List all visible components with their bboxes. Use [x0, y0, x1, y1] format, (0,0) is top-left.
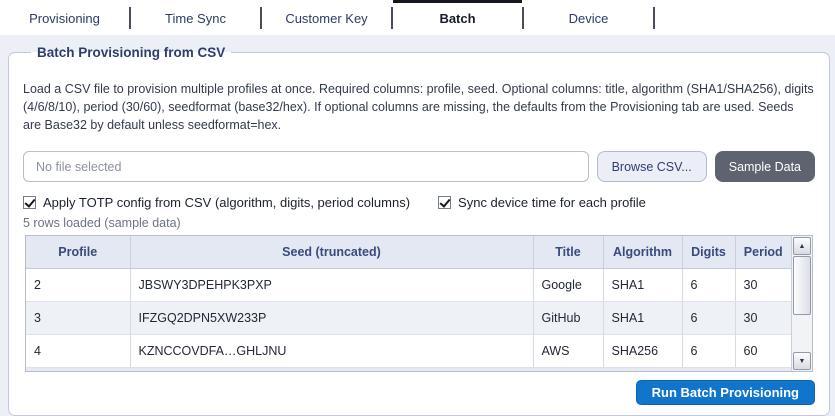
action-row: Run Batch Provisioning: [23, 380, 815, 405]
tab-device[interactable]: Device: [524, 0, 653, 35]
cell-profile: 3: [26, 301, 130, 334]
column-header-algorithm: Algorithm: [603, 236, 682, 268]
cell-title: AWS: [533, 334, 603, 367]
tab-separator: [653, 7, 655, 29]
sync-device-time-label: Sync device time for each profile: [458, 195, 646, 210]
batch-provisioning-window: Provisioning Time Sync Customer Key Batc…: [0, 0, 835, 411]
tab-label: Time Sync: [165, 11, 226, 26]
table-header-row: Profile Seed (truncated) Title Algorithm…: [26, 236, 791, 268]
sync-device-time-option: Sync device time for each profile: [438, 195, 646, 210]
batch-groupbox: Batch Provisioning from CSV Load a CSV f…: [8, 45, 830, 416]
tab-provisioning[interactable]: Provisioning: [0, 0, 129, 35]
sync-device-time-checkbox[interactable]: [438, 196, 451, 209]
cell-profile: 2: [26, 268, 130, 301]
column-header-period: Period: [735, 236, 791, 268]
cell-digits: 6: [682, 268, 735, 301]
groupbox-title: Batch Provisioning from CSV: [31, 45, 231, 60]
apply-totp-config-checkbox[interactable]: [23, 196, 36, 209]
column-header-seed: Seed (truncated): [130, 236, 533, 268]
column-header-profile: Profile: [26, 236, 130, 268]
run-batch-provisioning-button[interactable]: Run Batch Provisioning: [636, 380, 815, 405]
tab-label: Device: [569, 11, 609, 26]
file-selection-row: No file selected Browse CSV... Sample Da…: [23, 151, 815, 182]
table-row[interactable]: 3 IFZGQ2DPN5XW233P GitHub SHA1 6 30: [26, 301, 791, 334]
file-path-text: No file selected: [36, 160, 121, 174]
options-row: Apply TOTP config from CSV (algorithm, d…: [23, 195, 815, 210]
cell-algorithm: SHA1: [603, 301, 682, 334]
apply-totp-config-option: Apply TOTP config from CSV (algorithm, d…: [23, 195, 410, 210]
cell-period: 30: [735, 268, 791, 301]
cell-algorithm: SHA1: [603, 268, 682, 301]
csv-instructions-text: Load a CSV file to provision multiple pr…: [23, 80, 815, 134]
cell-seed: IFZGQ2DPN5XW233P: [130, 301, 533, 334]
rows-loaded-status: 5 rows loaded (sample data): [23, 216, 815, 230]
scrollbar-thumb[interactable]: [793, 256, 811, 315]
table-row[interactable]: 2 JBSWY3DPEHPK3PXP Google SHA1 6 30: [26, 268, 791, 301]
tab-panel-batch: Batch Provisioning from CSV Load a CSV f…: [0, 35, 835, 416]
table-vertical-scrollbar[interactable]: ▲ ▼: [791, 236, 812, 371]
cell-period: 30: [735, 301, 791, 334]
file-path-display[interactable]: No file selected: [23, 151, 589, 182]
cell-digits: 6: [682, 301, 735, 334]
cell-digits: 6: [682, 334, 735, 367]
browse-csv-button[interactable]: Browse CSV...: [597, 151, 707, 182]
apply-totp-config-label: Apply TOTP config from CSV (algorithm, d…: [43, 195, 410, 210]
sample-data-button[interactable]: Sample Data: [715, 151, 815, 182]
tab-customer-key[interactable]: Customer Key: [262, 0, 391, 35]
scroll-up-button[interactable]: ▲: [793, 237, 811, 255]
column-header-title: Title: [533, 236, 603, 268]
scroll-down-button[interactable]: ▼: [793, 352, 811, 370]
table-row[interactable]: 4 KZNCCOVDFA…GHLJNU AWS SHA256 6 60: [26, 334, 791, 367]
cell-period: 60: [735, 334, 791, 367]
cell-seed: JBSWY3DPEHPK3PXP: [130, 268, 533, 301]
column-header-digits: Digits: [682, 236, 735, 268]
table-grid-area: Profile Seed (truncated) Title Algorithm…: [26, 236, 791, 371]
cell-title: GitHub: [533, 301, 603, 334]
cell-title: Google: [533, 268, 603, 301]
tab-label: Customer Key: [285, 11, 367, 26]
csv-preview-table: Profile Seed (truncated) Title Algorithm…: [25, 235, 813, 372]
cell-seed: KZNCCOVDFA…GHLJNU: [130, 334, 533, 367]
tab-batch[interactable]: Batch: [393, 0, 522, 35]
tab-time-sync[interactable]: Time Sync: [131, 0, 260, 35]
tab-label: Provisioning: [29, 11, 100, 26]
tab-bar: Provisioning Time Sync Customer Key Batc…: [0, 0, 835, 35]
partial-next-row: [26, 368, 791, 372]
tab-label: Batch: [439, 11, 475, 26]
cell-profile: 4: [26, 334, 130, 367]
cell-algorithm: SHA256: [603, 334, 682, 367]
